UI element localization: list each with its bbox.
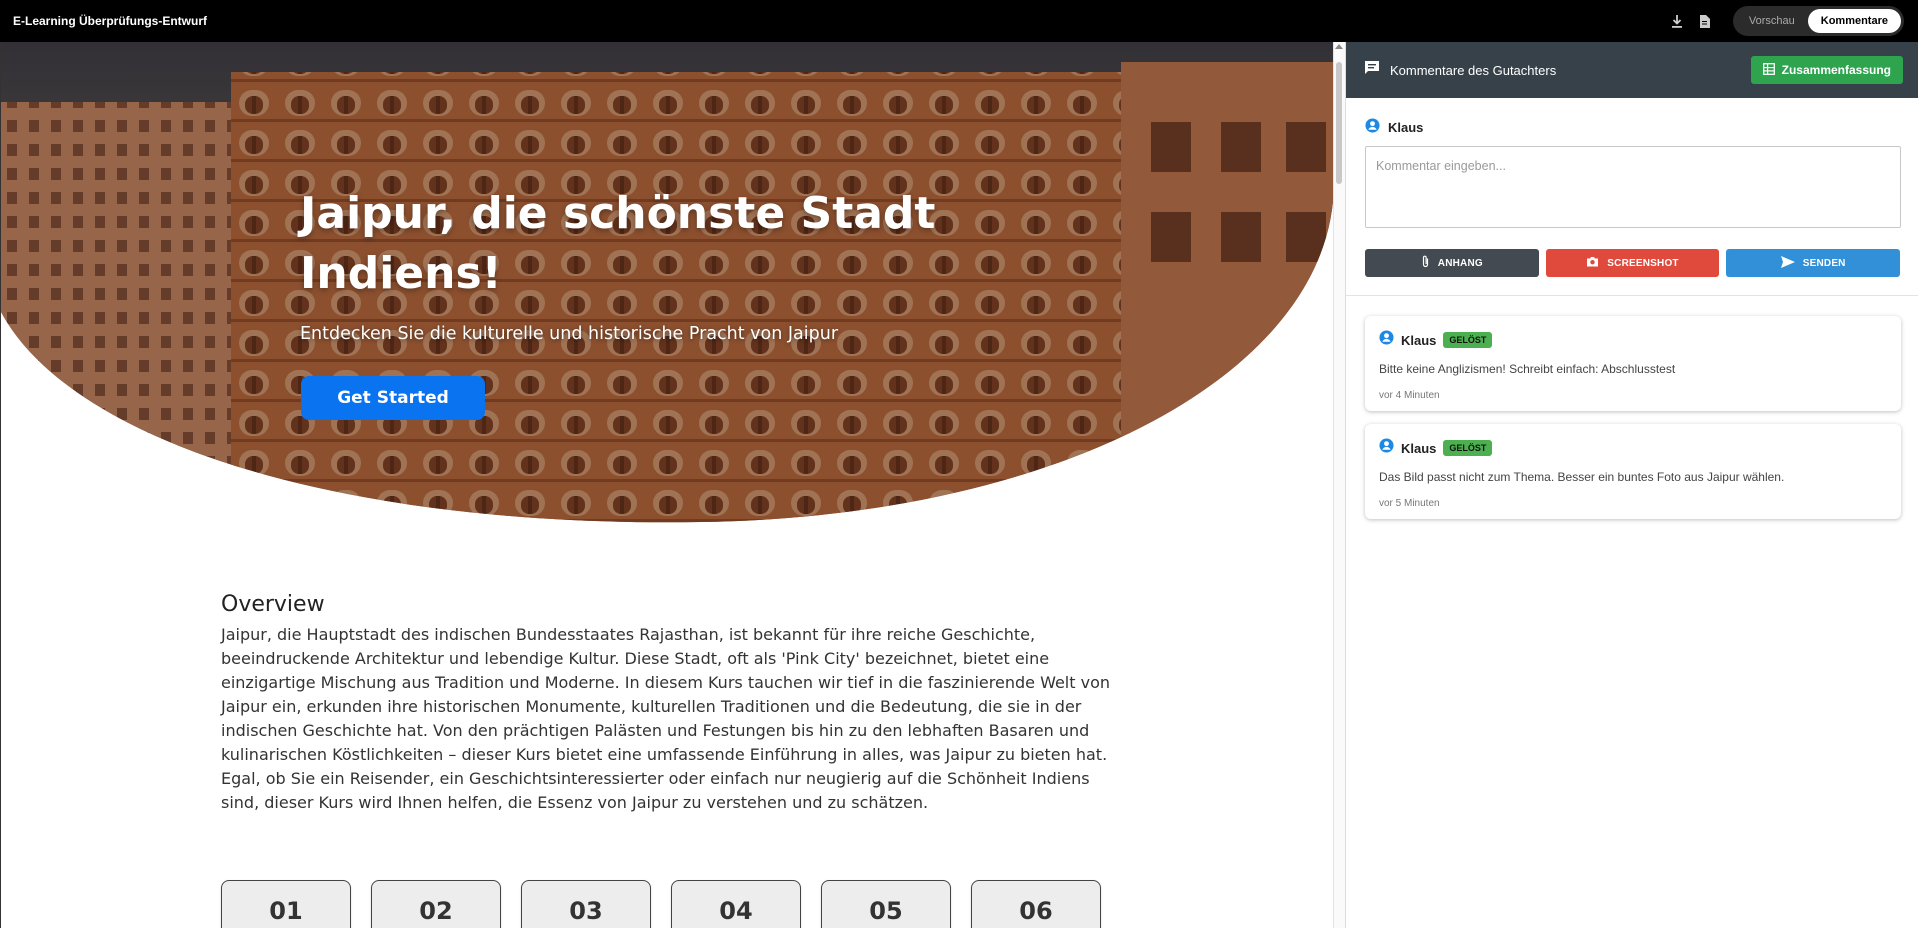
comment-input[interactable]	[1365, 146, 1901, 228]
send-icon	[1780, 255, 1795, 271]
document-icon[interactable]	[1697, 13, 1713, 29]
user-avatar-icon	[1365, 118, 1380, 136]
step-card-04[interactable]: 04	[671, 880, 801, 928]
scroll-up-arrow-icon[interactable]	[1335, 44, 1343, 49]
step-card-05[interactable]: 05	[821, 880, 951, 928]
camera-icon	[1586, 256, 1599, 270]
user-avatar-icon	[1379, 438, 1394, 458]
hero-title: Jaipur, die schönste Stadt Indiens!	[300, 188, 936, 299]
hero-section: Jaipur, die schönste Stadt Indiens! Entd…	[1, 42, 1334, 524]
view-comments-tab[interactable]: Kommentare	[1807, 9, 1901, 33]
comment-timestamp: vor 4 Minuten	[1379, 390, 1440, 401]
comment-author: Klaus	[1401, 332, 1437, 348]
step-card-02[interactable]: 02	[371, 880, 501, 928]
send-button-label: SENDEN	[1802, 257, 1846, 269]
top-actions: Vorschau Kommentare	[1669, 0, 1904, 42]
reviewer-panel: Kommentare des Gutachters Zusammenfassun…	[1345, 42, 1918, 928]
overview-heading: Overview	[221, 592, 325, 617]
table-icon	[1762, 62, 1775, 78]
overview-section: Overview Jaipur, die Hauptstadt des indi…	[221, 592, 1116, 815]
attach-button[interactable]: ANHANG	[1365, 249, 1539, 277]
app-title: E-Learning Überprüfungs-Entwurf	[13, 14, 207, 28]
comment-text: Das Bild passt nicht zum Thema. Besser e…	[1379, 470, 1785, 484]
scrollbar-thumb[interactable]	[1336, 62, 1342, 184]
status-badge: GELÖST	[1443, 440, 1493, 456]
hero-subtitle: Entdecken Sie die kulturelle und histori…	[300, 324, 839, 344]
view-toggle: Vorschau Kommentare	[1732, 6, 1904, 36]
step-card-06[interactable]: 06	[971, 880, 1101, 928]
step-card-03[interactable]: 03	[521, 880, 651, 928]
screenshot-button[interactable]: SCREENSHOT	[1545, 249, 1720, 277]
paperclip-icon	[1421, 255, 1430, 271]
comment-list: Klaus GELÖST Bitte keine Anglizismen! Sc…	[1346, 296, 1918, 519]
comment-timestamp: vor 5 Minuten	[1379, 498, 1440, 509]
comment-header: Klaus GELÖST	[1379, 438, 1887, 458]
panel-title: Kommentare des Gutachters	[1390, 62, 1557, 78]
comment-card[interactable]: Klaus GELÖST Bitte keine Anglizismen! Sc…	[1365, 316, 1901, 411]
user-avatar-icon	[1379, 330, 1394, 350]
attach-button-label: ANHANG	[1437, 257, 1483, 269]
top-bar: E-Learning Überprüfungs-Entwurf Vorschau…	[0, 0, 1918, 42]
status-badge: GELÖST	[1443, 332, 1493, 348]
view-preview-tab[interactable]: Vorschau	[1736, 9, 1808, 33]
course-preview: Jaipur, die schönste Stadt Indiens! Entd…	[0, 42, 1334, 928]
download-icon[interactable]	[1669, 13, 1685, 29]
step-card-01[interactable]: 01	[221, 880, 351, 928]
overview-text: Jaipur, die Hauptstadt des indischen Bun…	[221, 625, 1110, 812]
current-user: Klaus	[1365, 118, 1900, 136]
comment-author: Klaus	[1401, 440, 1437, 456]
composer-actions: ANHANG SCREENSHOT SENDEN	[1365, 249, 1901, 277]
comment-icon	[1364, 60, 1380, 81]
comment-composer: Klaus ANHANG SCREENSHOT SENDEN	[1346, 98, 1918, 296]
comment-text: Bitte keine Anglizismen! Schreibt einfac…	[1379, 362, 1676, 376]
screenshot-button-label: SCREENSHOT	[1607, 257, 1679, 269]
get-started-button[interactable]: Get Started	[301, 376, 485, 420]
module-steps: 01 02 03 04 05 06	[221, 880, 1111, 928]
summary-button[interactable]: Zusammenfassung	[1750, 56, 1903, 84]
hero-text: Jaipur, die schönste Stadt Indiens! Entd…	[300, 184, 1020, 344]
summary-button-label: Zusammenfassung	[1781, 63, 1891, 77]
comment-header: Klaus GELÖST	[1379, 330, 1887, 350]
current-user-name: Klaus	[1388, 119, 1424, 135]
comment-card[interactable]: Klaus GELÖST Das Bild passt nicht zum Th…	[1365, 424, 1901, 519]
send-button[interactable]: SENDEN	[1726, 249, 1901, 277]
panel-header: Kommentare des Gutachters Zusammenfassun…	[1346, 42, 1918, 98]
